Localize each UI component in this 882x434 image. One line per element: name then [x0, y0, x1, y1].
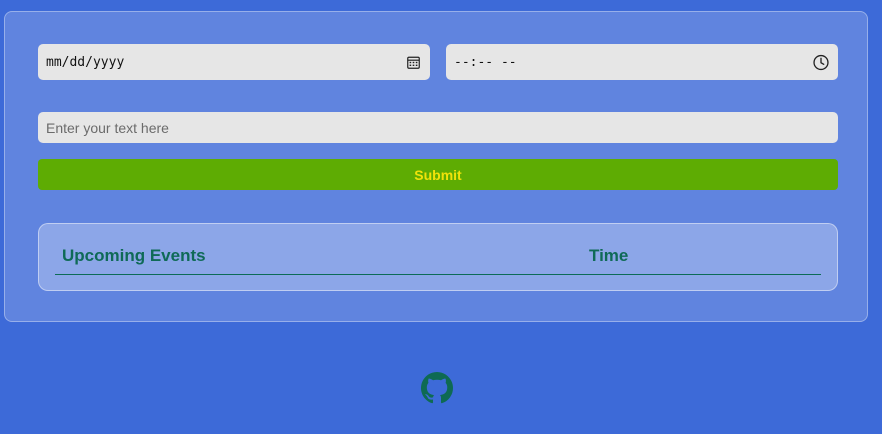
- clock-icon[interactable]: [813, 54, 829, 70]
- date-input[interactable]: mm/dd/yyyy: [38, 44, 430, 80]
- github-link[interactable]: [421, 372, 453, 404]
- text-input[interactable]: [38, 112, 838, 143]
- events-table: Upcoming Events Time: [38, 223, 838, 291]
- time-input-text: --:-- --: [454, 54, 517, 70]
- events-table-header: Upcoming Events Time: [55, 224, 821, 275]
- calendar-icon[interactable]: [405, 54, 421, 70]
- main-panel: mm/dd/yyyy --:-- -- Submit: [4, 11, 868, 322]
- time-input[interactable]: --:-- --: [446, 44, 838, 80]
- column-header-time: Time: [589, 246, 629, 265]
- submit-button[interactable]: Submit: [38, 159, 838, 190]
- column-header-upcoming-events: Upcoming Events: [62, 246, 206, 265]
- github-icon: [421, 372, 453, 404]
- date-input-text: mm/dd/yyyy: [46, 54, 125, 70]
